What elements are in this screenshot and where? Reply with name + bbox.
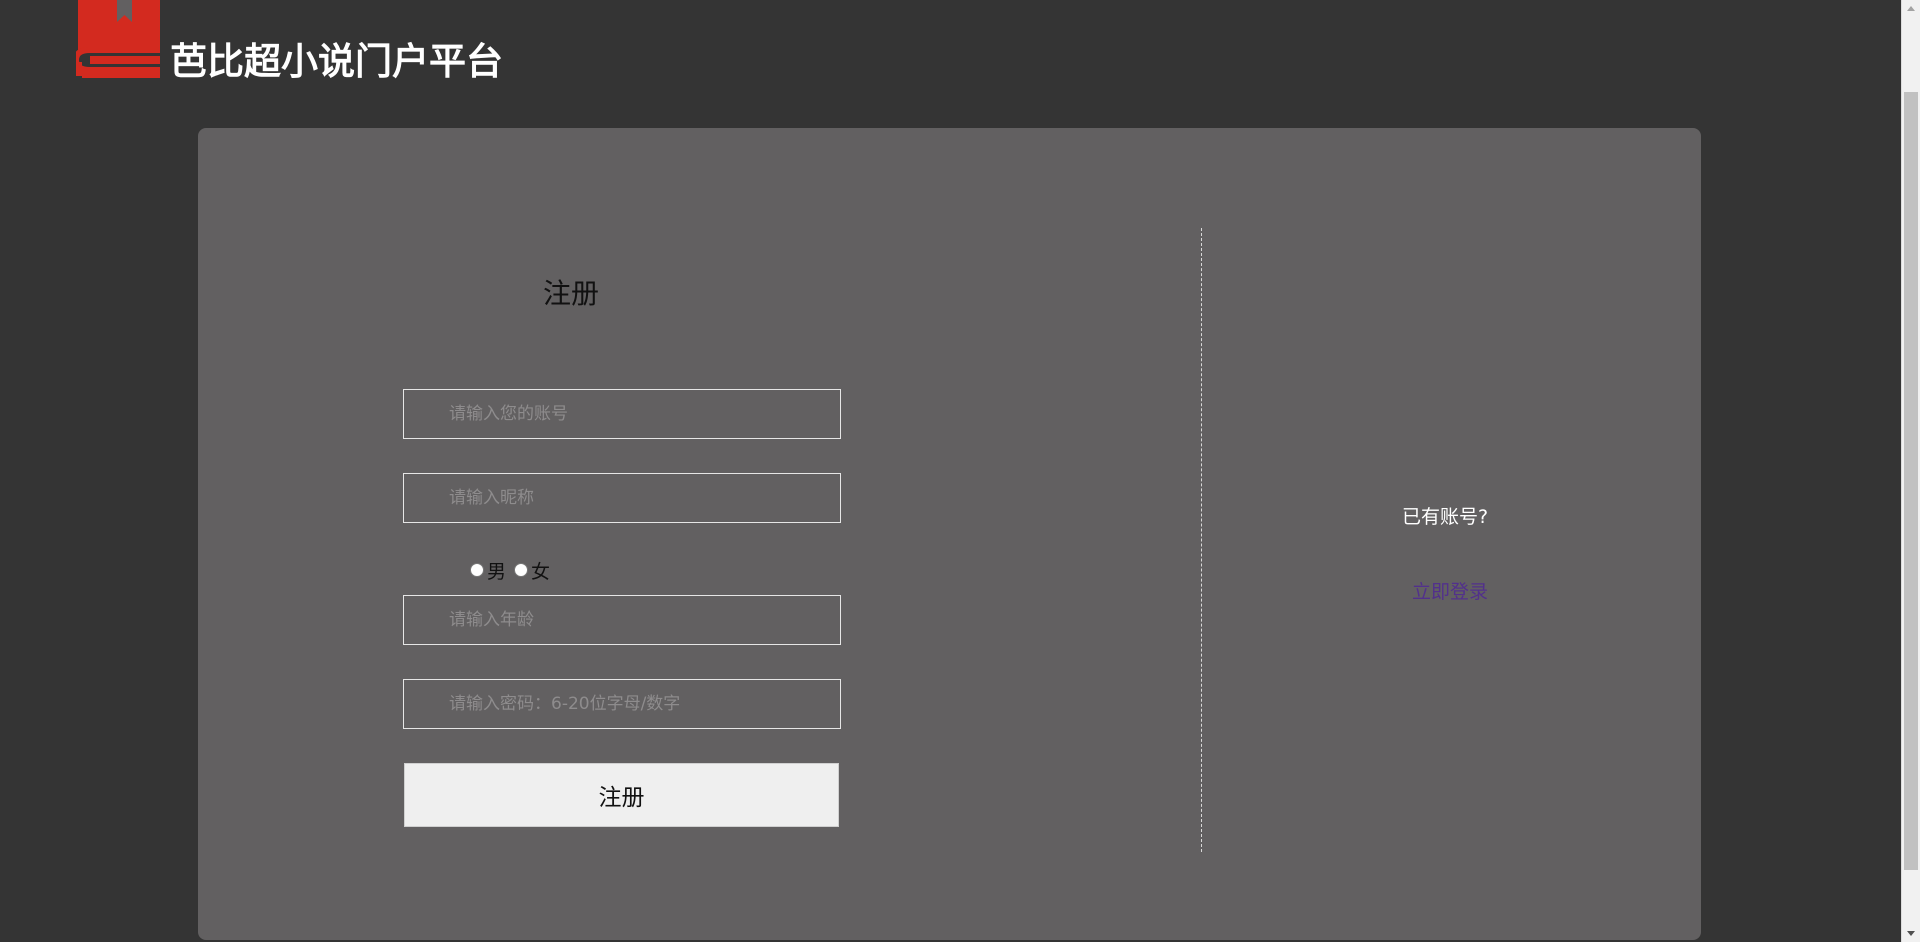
scroll-down-arrow-icon[interactable] <box>1902 925 1920 942</box>
gender-female-label[interactable]: 女 <box>531 557 550 584</box>
gender-radio-group: 男 女 <box>470 556 558 584</box>
password-input[interactable] <box>403 679 841 729</box>
vertical-scrollbar[interactable] <box>1901 0 1920 942</box>
nickname-input[interactable] <box>403 473 841 523</box>
site-title: 芭比超小说门户平台 <box>170 40 503 83</box>
gender-male-label[interactable]: 男 <box>487 557 506 584</box>
page: 芭比超小说门户平台 注册 男 女 注册 已有账号? 立即登录 <box>0 0 1901 942</box>
scroll-up-arrow-icon[interactable] <box>1902 0 1920 17</box>
register-button-label: 注册 <box>598 785 645 811</box>
login-now-link[interactable]: 立即登录 <box>1412 577 1488 604</box>
account-input[interactable] <box>403 389 841 439</box>
have-account-prompt: 已有账号? <box>1402 506 1489 528</box>
scrollbar-thumb[interactable] <box>1904 92 1918 870</box>
age-input[interactable] <box>403 595 841 645</box>
gender-female-radio[interactable] <box>514 563 529 577</box>
gender-male-radio[interactable] <box>470 563 484 577</box>
register-title: 注册 <box>543 277 600 310</box>
register-button[interactable]: 注册 <box>404 763 839 827</box>
panel-divider <box>1201 228 1202 852</box>
book-bookmark-icon <box>76 0 160 78</box>
